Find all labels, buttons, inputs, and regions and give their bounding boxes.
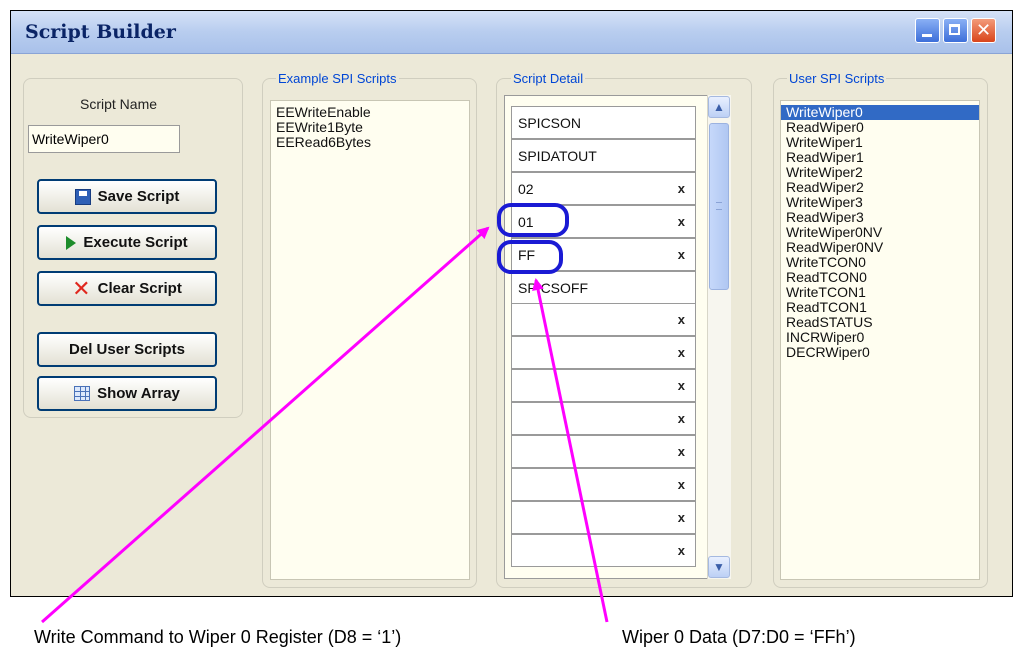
caption-write-command: Write Command to Wiper 0 Register (D8 = … [34,627,402,647]
arrow-to-01 [41,226,490,624]
annotation-arrows [41,226,609,624]
caption-wiper-data: Wiper 0 Data (D7:D0 = ‘FFh’) [622,627,856,647]
arrow-to-ff [532,278,609,623]
